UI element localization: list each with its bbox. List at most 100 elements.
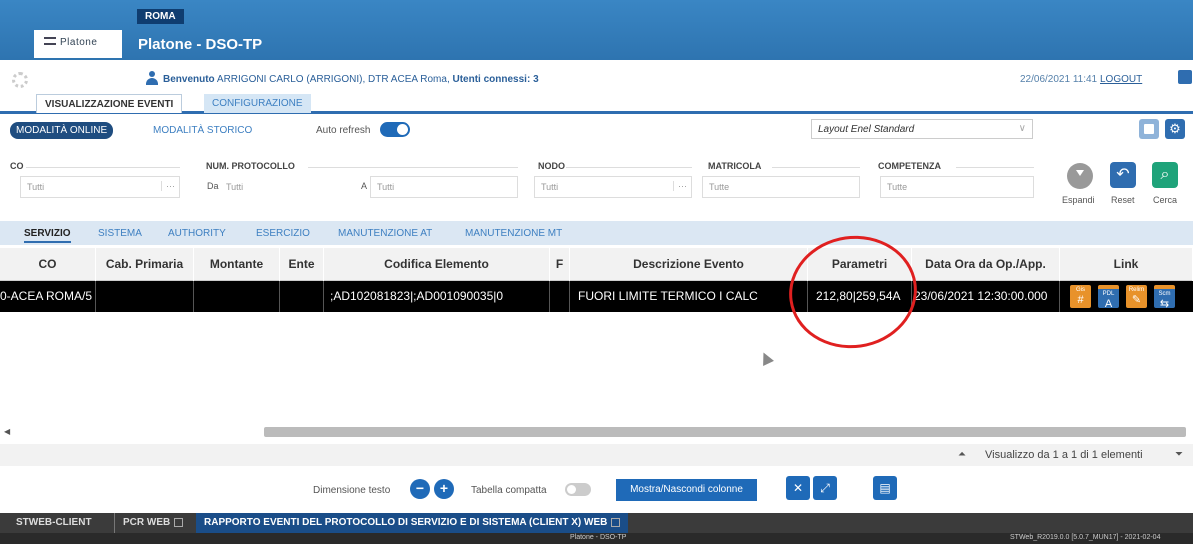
decrease-text-button[interactable]: − [410,479,430,499]
pdl-label: PDL [1102,291,1115,297]
scroll-left-icon[interactable]: ◀ [4,427,10,436]
layout-select-value: Layout Enel Standard [818,124,915,135]
close-icon[interactable] [174,517,184,527]
task-pcr-web[interactable]: PCR WEB [114,513,191,533]
filter-nodo-input[interactable]: Tutti ··· [534,176,692,198]
filter-matricola-input[interactable]: Tutte [702,176,860,198]
col-ente[interactable]: Ente [280,248,324,281]
espandi-label: Espandi [1062,195,1095,205]
home-icon[interactable] [1178,70,1192,84]
status-version: STWeb_R2019.0.0 [5.0.7_MUN17] - 2021-02-… [1010,534,1161,541]
mode-online-button[interactable]: MODALITÀ ONLINE [10,122,114,139]
col-codifica-elemento[interactable]: Codifica Elemento [324,248,550,281]
col-montante[interactable]: Montante [194,248,280,281]
divider [772,167,860,168]
undo-icon: ↶ [1116,166,1130,183]
city-tag: ROMA [137,9,184,24]
table-row[interactable]: 0-ACEA ROMA/5 ;AD102081823|;AD001090035|… [0,281,1193,312]
logo-mark-icon [44,37,56,45]
filter-a-label: A [361,181,368,191]
increase-text-button[interactable]: + [434,479,454,499]
export-excel-icon[interactable]: ✕ [786,476,810,500]
task-stweb-client[interactable]: STWEB-CLIENT [8,513,100,533]
divider [956,167,1034,168]
gis-glyph: # [1077,294,1084,306]
tab-sistema[interactable]: SISTEMA [98,228,142,239]
ellipsis-icon[interactable]: ··· [161,181,175,191]
cell-co: 0-ACEA ROMA/5 [0,281,96,312]
gis-link-icon[interactable]: Gis # [1070,285,1091,308]
gear-icon[interactable]: ⚙ [1165,119,1185,139]
col-descrizione-evento[interactable]: Descrizione Evento [570,248,808,281]
col-co[interactable]: CO [0,248,96,281]
dimensione-testo-label: Dimensione testo [313,485,391,496]
status-bar: Platone - DSO-TP STWeb_R2019.0.0 [5.0.7_… [0,533,1193,544]
filter-nodo-label: NODO [538,161,565,171]
divider [26,167,180,168]
col-f[interactable]: F [550,248,570,281]
tab-servizio[interactable]: SERVIZIO [24,228,71,243]
scm-link-icon[interactable]: Scm ⇆ [1154,285,1175,310]
filter-matricola-value: Tutte [709,182,730,192]
pdl-link-icon[interactable]: PDL A [1098,285,1119,310]
col-parametri[interactable]: Parametri [808,248,912,281]
current-datetime: 22/06/2021 11:41 [1020,74,1098,85]
col-data-ora[interactable]: Data Ora da Op./App. [912,248,1060,281]
ellipsis-icon[interactable]: ··· [673,181,687,191]
mode-storico-button[interactable]: MODALITÀ STORICO [153,125,252,136]
col-cab-primaria[interactable]: Cab. Primaria [96,248,194,281]
first-page-icon[interactable]: ⏶ [958,449,966,460]
tab-manutenzione-at[interactable]: MANUTENZIONE AT [338,228,432,239]
logout-link[interactable]: LOGOUT [1100,74,1142,85]
close-icon[interactable] [611,517,621,527]
mostra-nascondi-colonne-button[interactable]: Mostra/Nascondi colonne [616,479,757,501]
filter-matricola-label: MATRICOLA [708,161,762,171]
scm-glyph: ⇆ [1159,298,1170,310]
relim-link-icon[interactable]: Relim ✎ [1126,285,1147,308]
divider [308,167,518,168]
cell-ente [280,281,324,312]
user-info: ARRIGONI CARLO (ARRIGONI), DTR ACEA Roma… [216,74,450,85]
expand-button[interactable] [1067,163,1093,189]
filter-co-input[interactable]: Tutti ··· [20,176,180,198]
tab-visualizzazione-eventi[interactable]: VISUALIZZAZIONE EVENTI [36,94,183,113]
pdl-glyph: A [1104,298,1113,310]
cell-parametri: 212,80|259,54A [808,281,912,312]
user-icon [146,71,158,85]
filter-protocollo-label: NUM. PROTOCOLLO [206,161,295,171]
tabella-compatta-toggle[interactable] [565,483,591,496]
last-page-icon[interactable]: ⏷ [1175,449,1183,460]
filter-nodo-value: Tutti [541,182,559,192]
cell-montante [194,281,280,312]
search-icon: ⌕ [1160,166,1170,183]
auto-refresh-toggle[interactable] [380,122,410,137]
welcome-label: Benvenuto [163,74,215,85]
scm-label: Scm [1158,291,1171,297]
welcome-text: Benvenuto ARRIGONI CARLO (ARRIGONI), DTR… [163,74,539,85]
horizontal-scrollbar[interactable]: ◀ [0,425,1193,439]
layout-select[interactable]: Layout Enel Standard ∨ [811,119,1033,139]
filter-a-input[interactable]: Tutti [370,176,518,198]
tab-manutenzione-mt[interactable]: MANUTENZIONE MT [465,228,562,239]
report-icon[interactable]: ▤ [873,476,897,500]
task-rapporto-eventi[interactable]: RAPPORTO EVENTI DEL PROTOCOLLO DI SERVIZ… [196,513,629,533]
fullscreen-icon[interactable]: ⤢ [813,476,837,500]
col-link[interactable]: Link [1060,248,1193,281]
status-center: Platone - DSO-TP [570,534,627,541]
filter-da-value: Tutti [226,182,244,192]
filter-competenza-input[interactable]: Tutte [880,176,1034,198]
table-header: CO Cab. Primaria Montante Ente Codifica … [0,248,1193,281]
filter-da-input[interactable]: Tutti [219,176,340,198]
filter-a-value: Tutti [377,182,395,192]
main-tabs: VISUALIZZAZIONE EVENTI CONFIGURAZIONE [0,92,1193,114]
search-button[interactable]: ⌕ [1152,162,1178,188]
auto-refresh-label: Auto refresh [316,125,371,136]
tab-authority[interactable]: AUTHORITY [168,228,226,239]
reset-button[interactable]: ↶ [1110,162,1136,188]
divider [566,167,692,168]
tab-configurazione[interactable]: CONFIGURAZIONE [204,94,311,113]
cell-codifica: ;AD102081823|;AD001090035|0 [324,281,550,312]
save-layout-button[interactable] [1139,119,1159,139]
scrollbar-thumb[interactable] [264,427,1186,437]
tab-esercizio[interactable]: ESERCIZIO [256,228,310,239]
